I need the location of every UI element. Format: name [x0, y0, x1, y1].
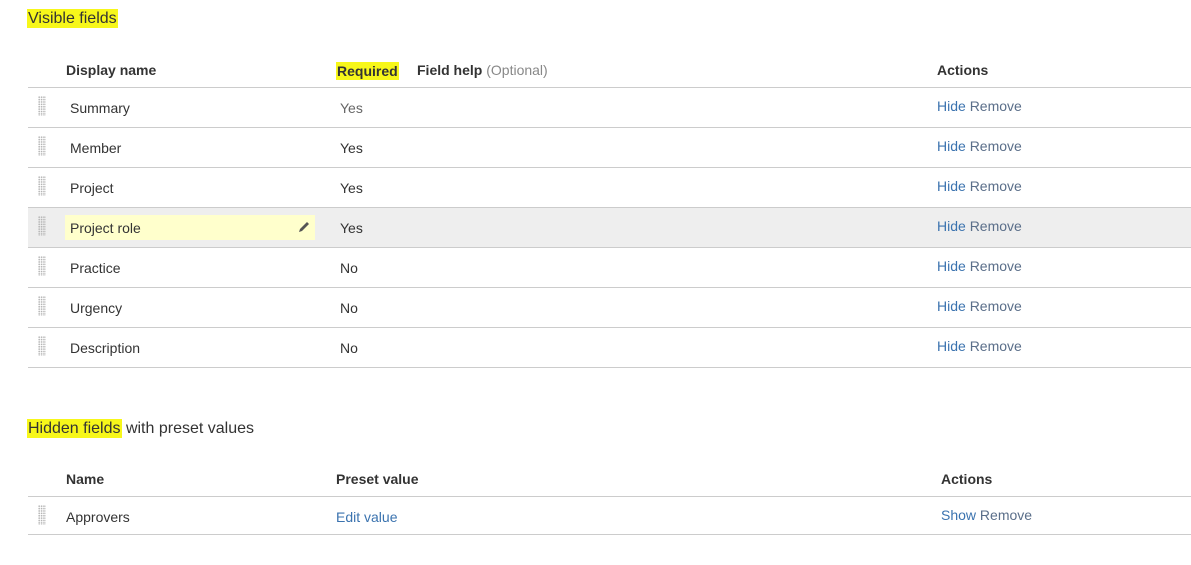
visible-fields-table: Display name Required Field help (Option…	[28, 54, 1191, 368]
table-row: Urgency No Hide Remove	[28, 288, 1191, 328]
header-field-help: Field help (Optional)	[417, 62, 548, 78]
hide-link[interactable]: Hide	[937, 98, 966, 114]
row-actions: Hide Remove	[937, 98, 1022, 114]
table-header: Display name Required Field help (Option…	[28, 54, 1191, 88]
row-actions: Hide Remove	[937, 218, 1022, 234]
hidden-fields-title-highlight: Hidden fields	[27, 419, 122, 438]
drag-handle-icon[interactable]	[38, 336, 46, 356]
field-name[interactable]: Urgency	[70, 300, 122, 316]
table-row: Project Yes Hide Remove	[28, 168, 1191, 208]
table-row: Practice No Hide Remove	[28, 248, 1191, 288]
header-actions: Actions	[937, 62, 989, 78]
edit-value-link[interactable]: Edit value	[336, 509, 397, 525]
remove-link[interactable]: Remove	[970, 98, 1022, 114]
drag-handle-icon[interactable]	[38, 505, 46, 525]
row-actions: Show Remove	[941, 507, 1032, 523]
remove-link[interactable]: Remove	[980, 507, 1032, 523]
field-name[interactable]: Summary	[70, 100, 130, 116]
visible-fields-title-highlight: Visible fields	[27, 9, 118, 28]
table-row: Description No Hide Remove	[28, 328, 1191, 368]
hide-link[interactable]: Hide	[937, 298, 966, 314]
field-required[interactable]: No	[340, 340, 358, 356]
hide-link[interactable]: Hide	[937, 218, 966, 234]
row-actions: Hide Remove	[937, 298, 1022, 314]
row-actions: Hide Remove	[937, 138, 1022, 154]
remove-link[interactable]: Remove	[970, 258, 1022, 274]
remove-link[interactable]: Remove	[970, 218, 1022, 234]
remove-link[interactable]: Remove	[970, 338, 1022, 354]
row-actions: Hide Remove	[937, 178, 1022, 194]
hide-link[interactable]: Hide	[937, 258, 966, 274]
field-name[interactable]: Description	[70, 340, 140, 356]
drag-handle-icon[interactable]	[38, 216, 46, 236]
field-name[interactable]: Project role	[70, 220, 141, 236]
hide-link[interactable]: Hide	[937, 338, 966, 354]
hidden-fields-title: Hidden fields with preset values	[27, 419, 255, 438]
row-actions: Hide Remove	[937, 258, 1022, 274]
drag-handle-icon[interactable]	[38, 96, 46, 116]
row-actions: Hide Remove	[937, 338, 1022, 354]
table-row: Summary Yes Hide Remove	[28, 88, 1191, 128]
field-required[interactable]: No	[340, 260, 358, 276]
drag-handle-icon[interactable]	[38, 136, 46, 156]
drag-handle-icon[interactable]	[38, 296, 46, 316]
visible-fields-title: Visible fields	[27, 9, 118, 28]
field-required[interactable]: No	[340, 300, 358, 316]
field-name[interactable]: Member	[70, 140, 121, 156]
field-required[interactable]: Yes	[340, 140, 363, 156]
drag-handle-icon[interactable]	[38, 256, 46, 276]
table-row: Member Yes Hide Remove	[28, 128, 1191, 168]
table-row-active: Project role Yes Hide Remove	[28, 208, 1191, 248]
pencil-icon[interactable]	[297, 220, 311, 234]
field-name: Approvers	[66, 509, 130, 525]
field-required[interactable]: Yes	[340, 220, 363, 236]
hide-link[interactable]: Hide	[937, 178, 966, 194]
show-link[interactable]: Show	[941, 507, 976, 523]
table-header: Name Preset value Actions	[28, 463, 1191, 497]
drag-handle-icon[interactable]	[38, 176, 46, 196]
hidden-fields-title-rest: with preset values	[121, 420, 255, 437]
header-actions: Actions	[941, 471, 993, 487]
remove-link[interactable]: Remove	[970, 178, 1022, 194]
remove-link[interactable]: Remove	[970, 298, 1022, 314]
header-required: Required	[336, 62, 399, 80]
field-name-edit-box[interactable]: Project role	[65, 215, 315, 240]
field-name[interactable]: Project	[70, 180, 114, 196]
header-preset-value: Preset value	[336, 471, 419, 487]
field-name[interactable]: Practice	[70, 260, 121, 276]
field-required[interactable]: Yes	[340, 180, 363, 196]
hidden-fields-table: Name Preset value Actions Approvers Edit…	[28, 463, 1191, 535]
header-name: Name	[66, 471, 105, 487]
hide-link[interactable]: Hide	[937, 138, 966, 154]
field-required[interactable]: Yes	[340, 100, 363, 116]
header-display-name: Display name	[66, 62, 157, 78]
remove-link[interactable]: Remove	[970, 138, 1022, 154]
table-row: Approvers Edit value Show Remove	[28, 497, 1191, 535]
